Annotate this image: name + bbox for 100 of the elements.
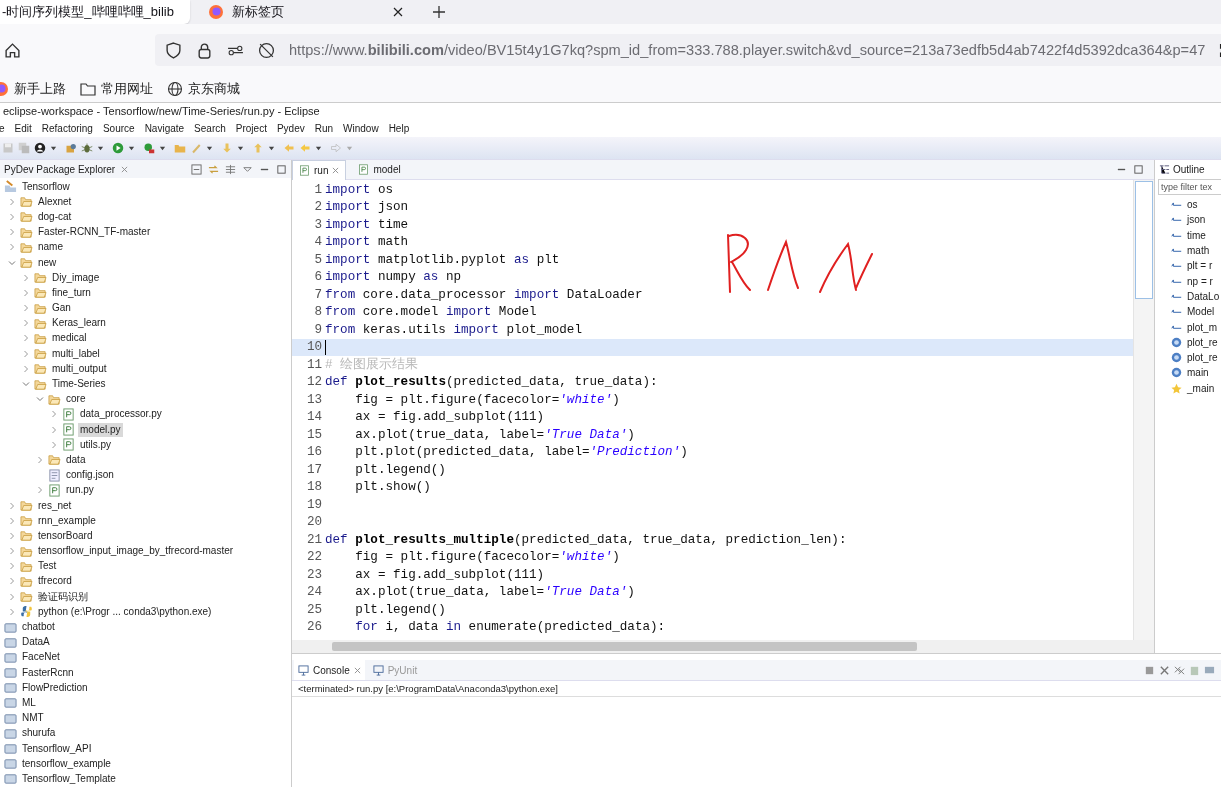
tree-item[interactable]: Tensorflow	[20, 179, 72, 194]
chevron-right-icon[interactable]	[22, 273, 30, 282]
menu-item[interactable]: Help	[388, 123, 410, 134]
menu-item[interactable]: Project	[235, 123, 267, 134]
tree-item[interactable]: Alexnet	[36, 194, 74, 209]
chevron-right-icon[interactable]	[50, 440, 58, 449]
home-icon[interactable]	[4, 41, 21, 59]
browser-tab[interactable]: 新标签页	[200, 0, 413, 24]
tree-item[interactable]: run.py	[64, 483, 96, 498]
chevron-right-icon[interactable]	[22, 288, 30, 297]
outline-item[interactable]: _main	[1187, 382, 1215, 394]
chevron-right-icon[interactable]	[8, 197, 16, 206]
link-arrows-icon[interactable]	[208, 163, 219, 175]
menu-item[interactable]: Edit	[14, 123, 32, 134]
chevron-right-icon[interactable]	[50, 410, 58, 419]
tree-item[interactable]: Test	[36, 559, 59, 574]
panel-tab[interactable]: Outline	[1173, 164, 1205, 175]
outline-item[interactable]: math	[1187, 245, 1210, 257]
tree-item[interactable]: Gan	[50, 301, 73, 316]
remove-all-icon[interactable]	[1174, 664, 1185, 676]
address-bar[interactable]: https://www.bilibili.com/video/BV15t4y1G7kq?spm_id_from=333.788.player.switch&vd_source=213a73edfb5d4ab7422f4d5392dca364&p=47	[155, 34, 1221, 66]
tree-item[interactable]: tensorflow_example	[20, 756, 113, 771]
shield-icon[interactable]	[165, 41, 182, 59]
down-arrow-icon[interactable]	[221, 142, 233, 154]
tree-item[interactable]: core	[64, 392, 88, 407]
menu-item[interactable]: Window	[343, 123, 379, 134]
pencil-icon[interactable]	[190, 142, 202, 154]
run-tool-icon[interactable]	[143, 142, 155, 154]
chevron-right-icon[interactable]	[8, 547, 16, 556]
outline-item[interactable]: Model	[1187, 306, 1215, 318]
outline-item[interactable]: plot_re	[1187, 336, 1218, 348]
tree-item[interactable]: name	[36, 240, 65, 255]
chevron-right-icon[interactable]	[8, 607, 16, 616]
chevron-right-icon[interactable]	[8, 228, 16, 237]
chevron-right-icon[interactable]	[8, 243, 16, 252]
tree-item[interactable]: tensorflow_input_image_by_tfrecord-master	[36, 544, 236, 559]
menu-item[interactable]: e	[0, 123, 5, 134]
outline-item[interactable]: plot_re	[1187, 352, 1218, 364]
menu-item[interactable]: Search	[194, 123, 226, 134]
stop-icon[interactable]	[1144, 664, 1155, 676]
menu-item[interactable]: Run	[314, 123, 334, 134]
outline-item[interactable]: plot_m	[1187, 321, 1217, 333]
tree-item[interactable]: ML	[20, 695, 38, 710]
tree-item[interactable]: chatbot	[20, 620, 57, 635]
maximize-icon[interactable]	[276, 163, 287, 175]
tree-item[interactable]: Time-Series	[50, 377, 108, 392]
tree-item[interactable]: multi_label	[50, 346, 102, 361]
tree-item[interactable]: Tensorflow_Template	[20, 771, 118, 786]
run-icon[interactable]	[112, 142, 124, 154]
tree-item[interactable]: Tensorflow_API	[20, 741, 94, 756]
bookmark[interactable]: 京东商城	[167, 80, 240, 98]
chevron-right-icon[interactable]	[8, 516, 16, 525]
chevron-right-icon[interactable]	[22, 304, 30, 313]
editor-tab[interactable]: model	[352, 160, 407, 179]
caret-icon[interactable]	[159, 144, 166, 152]
chevron-right-icon[interactable]	[22, 334, 30, 343]
tree-item[interactable]: NMT	[20, 711, 46, 726]
chevron-right-icon[interactable]	[36, 455, 44, 464]
folder-icon[interactable]	[174, 142, 186, 154]
tree-item[interactable]: rnn_example	[36, 513, 98, 528]
menu-item[interactable]: Pydev	[276, 123, 305, 134]
tree-item[interactable]: FlowPrediction	[20, 680, 90, 695]
tree-item[interactable]: utils.py	[78, 437, 114, 452]
editor-tab[interactable]: run	[292, 159, 347, 180]
menu-item[interactable]: Refactoring	[41, 123, 93, 134]
outline-item[interactable]: main	[1187, 367, 1209, 379]
chevron-right-icon[interactable]	[8, 562, 16, 571]
tree-item[interactable]: tfrecord	[36, 574, 74, 589]
outline-item[interactable]: np = r	[1187, 275, 1213, 287]
package-icon[interactable]	[65, 142, 77, 154]
tracking-blocked-icon[interactable]	[258, 41, 275, 59]
outline-item[interactable]: DataLo	[1187, 290, 1220, 302]
display-icon[interactable]	[1204, 664, 1215, 676]
plus-icon[interactable]	[433, 6, 445, 18]
tree-item[interactable]: data	[64, 452, 88, 467]
tree-item[interactable]: new	[36, 255, 59, 270]
tree-item[interactable]: data_processor.py	[78, 407, 164, 422]
chevron-right-icon[interactable]	[50, 425, 58, 434]
bookmark[interactable]: 新手上路	[0, 80, 66, 98]
chevron-right-icon[interactable]	[22, 349, 30, 358]
back-arrow-icon[interactable]	[283, 142, 295, 154]
outline-item[interactable]: plt = r	[1187, 260, 1213, 272]
tree-item[interactable]: shurufa	[20, 726, 58, 741]
tree-item[interactable]: Keras_learn	[50, 316, 108, 331]
scroll-lock-icon[interactable]	[1189, 664, 1200, 676]
back-arrow-icon[interactable]	[299, 142, 311, 154]
caret-icon[interactable]	[97, 144, 104, 152]
caret-icon[interactable]	[237, 144, 244, 152]
save-icon[interactable]	[2, 142, 14, 154]
forward-arrow-icon[interactable]	[330, 142, 342, 154]
tree-item[interactable]: fine_turn	[50, 285, 93, 300]
chevron-down-icon[interactable]	[8, 258, 16, 267]
tree-item[interactable]: Diy_image	[50, 270, 102, 285]
menu-item[interactable]: Navigate	[144, 123, 185, 134]
person-icon[interactable]	[34, 142, 46, 154]
caret-icon[interactable]	[315, 144, 322, 152]
scrollbar[interactable]	[1133, 180, 1154, 640]
tree-item[interactable]: FaceNet	[20, 650, 62, 665]
outline-item[interactable]: json	[1187, 214, 1206, 226]
tree-item[interactable]: multi_output	[50, 361, 109, 376]
